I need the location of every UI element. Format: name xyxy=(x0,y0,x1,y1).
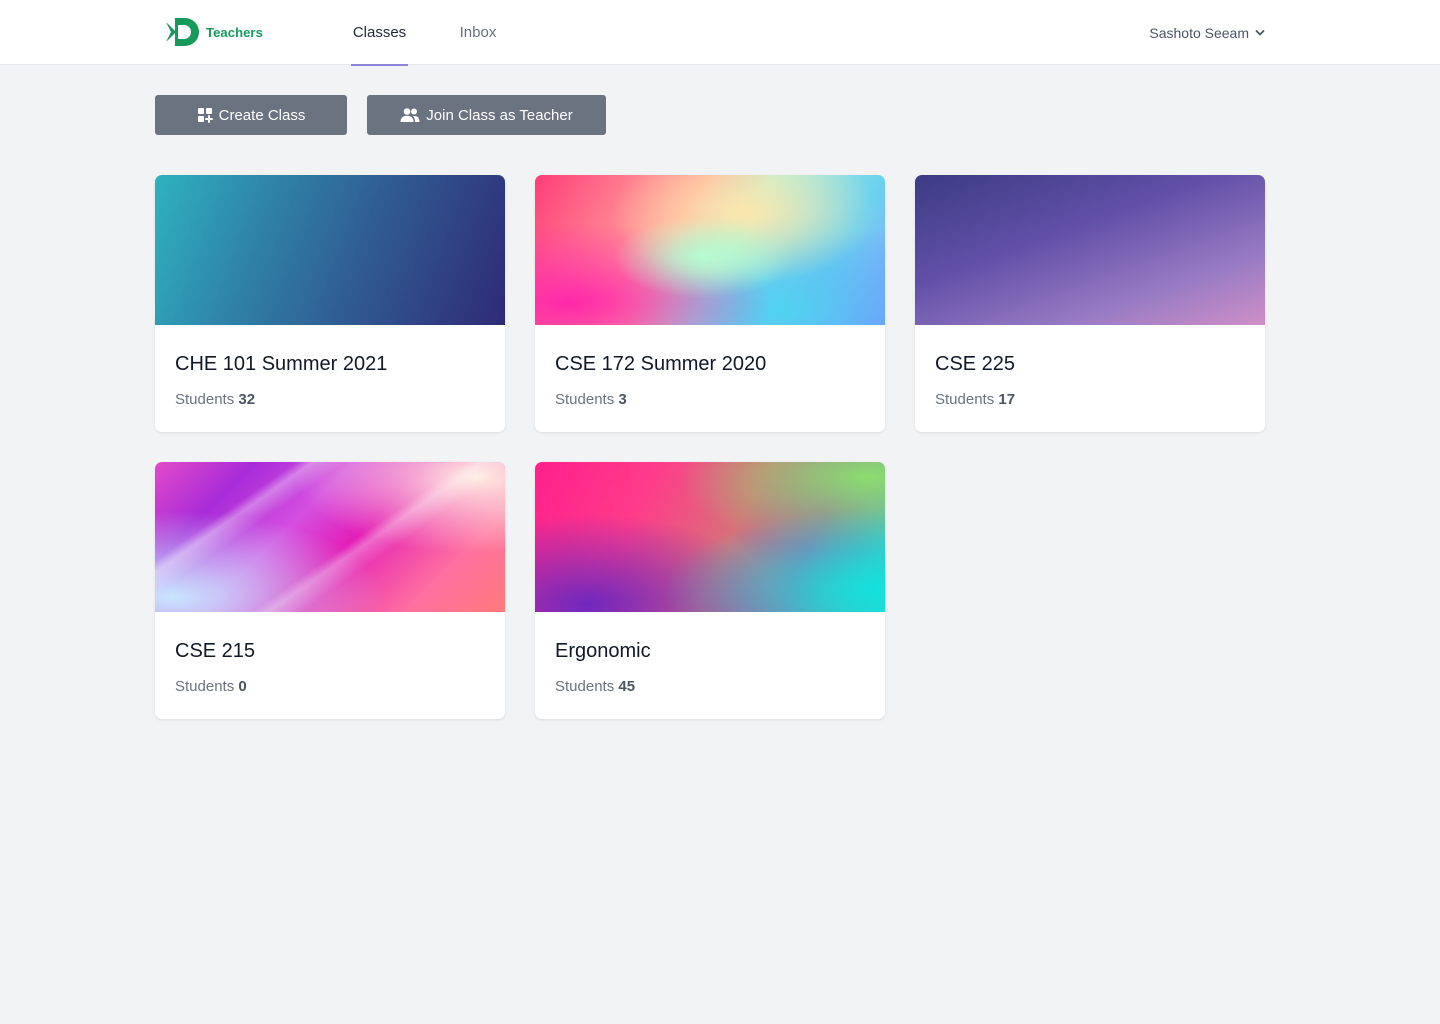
students-value: 17 xyxy=(998,391,1016,408)
class-title: CSE 215 xyxy=(175,640,256,662)
students-value: 0 xyxy=(238,678,247,695)
students-value: 3 xyxy=(618,391,627,408)
class-card[interactable]: CHE 101 Summer 2021 Students 32 xyxy=(155,175,505,432)
class-banner xyxy=(915,175,1265,325)
join-class-label: Join Class as Teacher xyxy=(426,106,573,124)
create-class-label: Create Class xyxy=(218,106,306,124)
students-value: 45 xyxy=(618,678,636,695)
tab-inbox[interactable]: Inbox xyxy=(456,0,500,65)
class-title: CSE 225 xyxy=(935,353,1016,375)
class-student-count: Students 45 xyxy=(555,678,635,695)
students-value: 32 xyxy=(238,391,256,408)
students-label: Students xyxy=(175,678,239,695)
class-banner xyxy=(535,462,885,612)
class-title: Ergonomic xyxy=(555,640,651,662)
class-student-count: Students 32 xyxy=(175,391,255,408)
user-name: Sashoto Seeam xyxy=(1149,24,1249,41)
grid-plus-icon xyxy=(197,108,213,123)
chevron-down-icon xyxy=(1255,29,1265,35)
class-student-count: Students 3 xyxy=(555,391,627,408)
students-label: Students xyxy=(935,391,999,408)
join-class-button[interactable]: Join Class as Teacher xyxy=(367,95,606,135)
logo-mark-icon xyxy=(166,18,199,46)
students-label: Students xyxy=(555,678,619,695)
tab-classes-label: Classes xyxy=(352,24,407,41)
user-menu[interactable]: Sashoto Seeam xyxy=(1149,0,1265,65)
class-card[interactable]: Ergonomic Students 45 xyxy=(535,462,885,719)
top-navbar: Teachers Classes Inbox Sashoto Seeam xyxy=(0,0,1440,66)
class-card[interactable]: CSE 215 Students 0 xyxy=(155,462,505,719)
users-icon xyxy=(400,108,420,122)
class-banner xyxy=(155,175,505,325)
brand-name: Teachers xyxy=(206,24,263,40)
students-label: Students xyxy=(175,391,239,408)
class-student-count: Students 17 xyxy=(935,391,1015,408)
class-title: CHE 101 Summer 2021 xyxy=(175,353,388,375)
class-card[interactable]: CSE 172 Summer 2020 Students 3 xyxy=(535,175,885,432)
class-student-count: Students 0 xyxy=(175,678,247,695)
students-label: Students xyxy=(555,391,619,408)
active-tab-indicator xyxy=(351,64,408,66)
brand-logo[interactable]: Teachers xyxy=(165,14,263,50)
tab-inbox-label: Inbox xyxy=(459,24,497,41)
class-banner xyxy=(155,462,505,612)
class-card[interactable]: CSE 225 Students 17 xyxy=(915,175,1265,432)
tab-classes[interactable]: Classes xyxy=(351,0,408,66)
class-title: CSE 172 Summer 2020 xyxy=(555,353,767,375)
class-banner xyxy=(535,175,885,325)
create-class-button[interactable]: Create Class xyxy=(155,95,347,135)
